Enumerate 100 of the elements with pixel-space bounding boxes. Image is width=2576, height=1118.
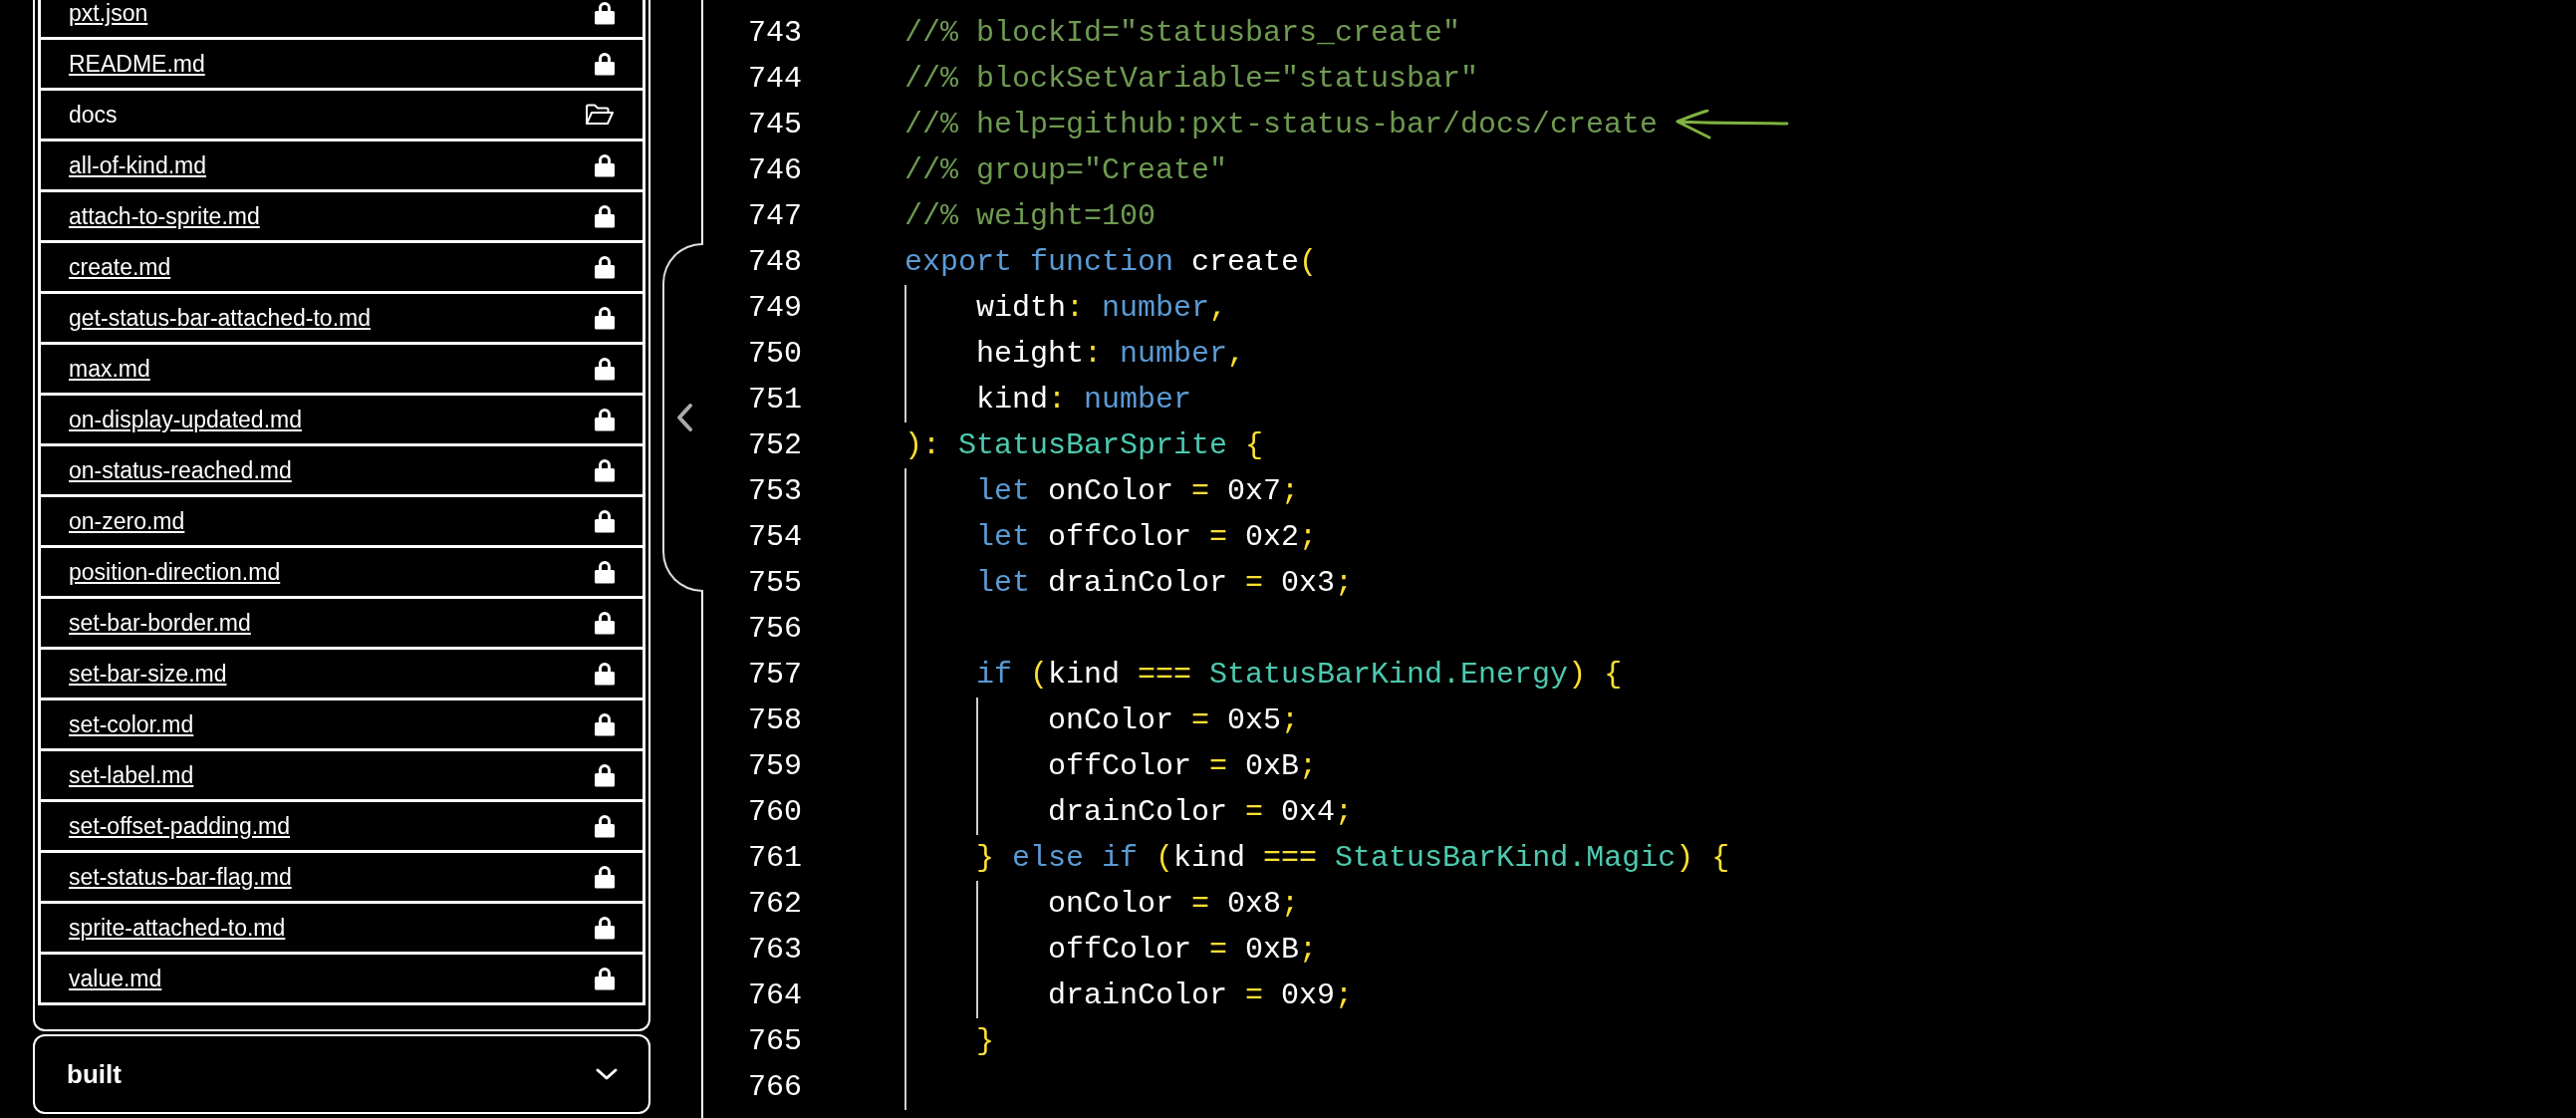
file-item[interactable]: pxt.json — [38, 0, 645, 40]
file-link[interactable]: create.md — [69, 253, 171, 281]
line-number: 748 — [747, 244, 802, 281]
code-line: drainColor = 0x9; — [1048, 978, 1354, 1014]
file-link[interactable]: set-status-bar-flag.md — [69, 863, 292, 891]
lock-icon — [595, 408, 615, 431]
lock-icon — [595, 662, 615, 686]
code-line: //% blockSetVariable="statusbar" — [904, 61, 1479, 98]
line-number: 746 — [747, 152, 802, 189]
folder-name: docs — [69, 101, 118, 129]
file-link[interactable]: set-bar-border.md — [69, 609, 251, 637]
file-item[interactable]: README.md — [38, 40, 645, 91]
code-line: if (kind === StatusBarKind.Energy) { — [976, 657, 1623, 694]
line-number: 751 — [747, 382, 802, 419]
code-line: onColor = 0x5; — [1048, 702, 1300, 739]
file-link[interactable]: value.md — [69, 965, 162, 992]
file-item[interactable]: attach-to-sprite.md — [38, 192, 645, 243]
file-item[interactable]: set-bar-size.md — [38, 650, 645, 700]
file-item[interactable]: position-direction.md — [38, 548, 645, 599]
file-link[interactable]: on-display-updated.md — [69, 406, 302, 433]
file-link[interactable]: set-color.md — [69, 710, 194, 738]
line-number: 764 — [747, 978, 802, 1014]
line-number: 755 — [747, 565, 802, 602]
line-number: 749 — [747, 290, 802, 327]
code-line: onColor = 0x8; — [1048, 886, 1300, 923]
file-item[interactable]: set-label.md — [38, 751, 645, 802]
section-title: built — [67, 1058, 122, 1090]
file-link[interactable]: README.md — [69, 50, 205, 78]
file-item[interactable]: set-bar-border.md — [38, 599, 645, 650]
file-link[interactable]: pxt.json — [69, 0, 148, 27]
line-number: 753 — [747, 473, 802, 510]
code-line: let drainColor = 0x3; — [976, 565, 1354, 602]
line-number: 754 — [747, 519, 802, 556]
code-line: } else if (kind === StatusBarKind.Magic) { — [976, 840, 1730, 877]
file-link[interactable]: set-offset-padding.md — [69, 812, 291, 840]
line-number: 752 — [747, 427, 802, 464]
line-number: 745 — [747, 107, 802, 143]
lock-icon — [595, 1, 615, 25]
code-line: } — [976, 1023, 994, 1060]
line-number: 743 — [747, 15, 802, 52]
code-line: //% help=github:pxt-status-bar/docs/create — [904, 107, 1659, 143]
lock-icon — [595, 153, 615, 177]
lock-icon — [595, 458, 615, 482]
chevron-icon — [595, 1066, 619, 1082]
lock-icon — [595, 204, 615, 228]
file-link[interactable]: position-direction.md — [69, 558, 281, 586]
line-number: 757 — [747, 657, 802, 694]
file-item[interactable]: set-color.md — [38, 700, 645, 751]
file-item[interactable]: on-status-reached.md — [38, 446, 645, 497]
code-line: //% blockId="statusbars_create" — [904, 15, 1461, 52]
line-number: 756 — [747, 611, 802, 648]
file-link[interactable]: sprite-attached-to.md — [69, 914, 286, 942]
file-item[interactable]: set-status-bar-flag.md — [38, 853, 645, 904]
folder-item[interactable]: docs — [38, 91, 645, 141]
lock-icon — [595, 916, 615, 940]
file-item[interactable]: create.md — [38, 243, 645, 294]
file-item[interactable]: on-display-updated.md — [38, 396, 645, 446]
lock-icon — [595, 509, 615, 533]
file-item[interactable]: sprite-attached-to.md — [38, 904, 645, 955]
file-item[interactable]: set-offset-padding.md — [38, 802, 645, 853]
file-link[interactable]: attach-to-sprite.md — [69, 202, 260, 230]
file-link[interactable]: all-of-kind.md — [69, 151, 207, 179]
line-number: 744 — [747, 61, 802, 98]
file-item[interactable]: value.md — [38, 955, 645, 1005]
code-line: //% weight=100 — [904, 198, 1157, 235]
file-item[interactable]: get-status-bar-attached-to.md — [38, 294, 645, 345]
code-line: let offColor = 0x2; — [976, 519, 1318, 556]
line-number: 763 — [747, 932, 802, 969]
code-line: drainColor = 0x4; — [1048, 794, 1354, 831]
lock-icon — [595, 763, 615, 787]
file-link[interactable]: set-label.md — [69, 761, 194, 789]
lock-icon — [595, 52, 615, 76]
file-link[interactable]: on-zero.md — [69, 507, 185, 535]
code-line: width: number, — [976, 290, 1228, 327]
folder-open-icon — [585, 104, 615, 126]
code-line: offColor = 0xB; — [1048, 932, 1318, 969]
line-number: 766 — [747, 1069, 802, 1106]
file-item[interactable]: all-of-kind.md — [38, 141, 645, 192]
line-number: 759 — [747, 748, 802, 785]
file-item[interactable]: max.md — [38, 345, 645, 396]
file-link[interactable]: set-bar-size.md — [69, 660, 227, 688]
line-number: 765 — [747, 1023, 802, 1060]
file-item[interactable]: on-zero.md — [38, 497, 645, 548]
lock-icon — [595, 865, 615, 889]
file-link[interactable]: get-status-bar-attached-to.md — [69, 304, 371, 332]
line-number: 762 — [747, 886, 802, 923]
code-line: let onColor = 0x7; — [976, 473, 1300, 510]
file-link[interactable]: on-status-reached.md — [69, 456, 292, 484]
code-line: height: number, — [976, 336, 1246, 373]
lock-icon — [595, 306, 615, 330]
code-line: export function create( — [904, 244, 1318, 281]
line-number: 747 — [747, 198, 802, 235]
section-header[interactable]: built — [33, 1034, 650, 1114]
lock-icon — [595, 611, 615, 635]
lock-icon — [595, 560, 615, 584]
file-link[interactable]: max.md — [69, 355, 150, 383]
line-number: 761 — [747, 840, 802, 877]
lock-icon — [595, 255, 615, 279]
chevron-left-icon — [674, 403, 693, 432]
lock-icon — [595, 357, 615, 381]
